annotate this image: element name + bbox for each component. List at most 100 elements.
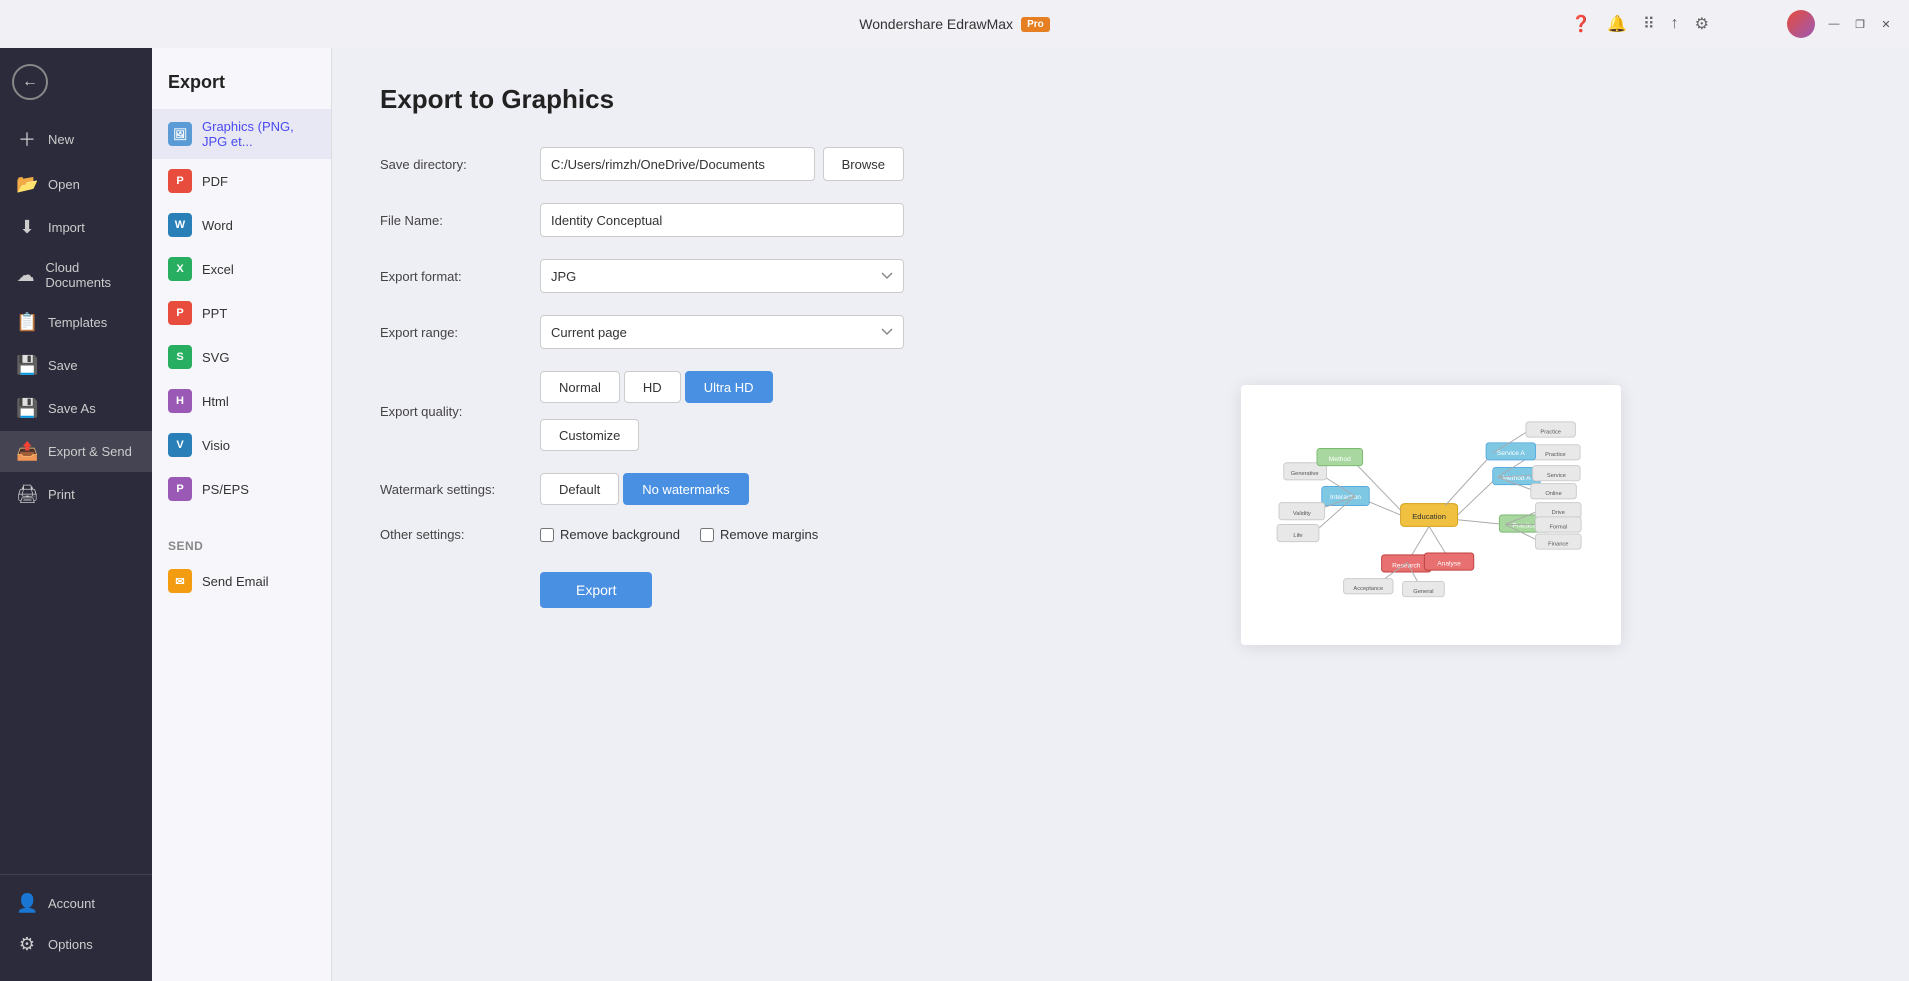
notification-icon[interactable]: 🔔: [1607, 14, 1627, 34]
watermark-default-button[interactable]: Default: [540, 473, 619, 505]
format-label: Excel: [202, 262, 234, 277]
sidebar-item-account[interactable]: 👤 Account: [0, 883, 152, 924]
visio-icon: V: [168, 433, 192, 457]
customize-button[interactable]: Customize: [540, 419, 639, 451]
sidebar-item-export[interactable]: 📤 Export & Send: [0, 431, 152, 472]
templates-icon: 📋: [16, 312, 38, 333]
checkbox-group: Remove background Remove margins: [540, 527, 818, 542]
export-range-select[interactable]: Current page All pages Selected region: [540, 315, 904, 349]
browse-button[interactable]: Browse: [823, 147, 904, 181]
sidebar-item-templates[interactable]: 📋 Templates: [0, 302, 152, 343]
quality-ultra-button[interactable]: Ultra HD: [685, 371, 773, 403]
other-settings-row: Other settings: Remove background Remove…: [380, 527, 904, 542]
sidebar-item-label: Open: [48, 177, 80, 192]
export-format-control: JPG PNG BMP SVG: [540, 259, 904, 293]
pro-badge: Pro: [1021, 17, 1050, 32]
export-button[interactable]: Export: [540, 572, 652, 608]
export-format-row: Export format: JPG PNG BMP SVG: [380, 259, 904, 293]
remove-background-label[interactable]: Remove background: [540, 527, 680, 542]
sidebar-item-new[interactable]: ＋ New: [0, 116, 152, 162]
svg-text:Service A: Service A: [1496, 450, 1525, 457]
preview-box: Education Interaction Generative Validit…: [1241, 385, 1621, 645]
html-icon: H: [168, 389, 192, 413]
graphics-icon: 🖼: [168, 122, 192, 146]
user-avatar[interactable]: [1787, 10, 1815, 38]
sidebar-item-label: Save As: [48, 401, 96, 416]
save-directory-row: Save directory: Browse: [380, 147, 904, 181]
quality-normal-button[interactable]: Normal: [540, 371, 620, 403]
share-icon[interactable]: ↑: [1671, 15, 1679, 33]
svg-text:Service: Service: [1546, 473, 1565, 479]
help-icon[interactable]: ❓: [1571, 14, 1591, 34]
export-form-panel: Export to Graphics Save directory: Brows…: [332, 48, 952, 981]
svg-text:Formal: Formal: [1549, 524, 1567, 530]
format-label: PPT: [202, 306, 227, 321]
window-controls: — ❐ ✕: [1787, 10, 1893, 38]
settings-icon[interactable]: ⚙: [1695, 14, 1709, 34]
format-item-visio[interactable]: V Visio: [152, 423, 331, 467]
export-button-row: Export: [380, 564, 904, 608]
app-title-group: Wondershare EdrawMax Pro: [859, 16, 1049, 32]
save-directory-control: Browse: [540, 147, 904, 181]
save-icon: 💾: [16, 355, 38, 376]
main-layout: ← ＋ New 📂 Open ⬇ Import ☁ Cloud Document…: [0, 48, 1909, 981]
file-name-row: File Name:: [380, 203, 904, 237]
watermark-row: Watermark settings: Default No watermark…: [380, 473, 904, 505]
svg-text:Method: Method: [1328, 455, 1350, 462]
sidebar-item-import[interactable]: ⬇ Import: [0, 207, 152, 248]
remove-background-text: Remove background: [560, 527, 680, 542]
format-label: PDF: [202, 174, 228, 189]
sidebar-item-label: Cloud Documents: [45, 260, 136, 290]
cloud-icon: ☁: [16, 265, 35, 286]
svg-text:Education: Education: [1412, 511, 1446, 520]
export-quality-control: Normal HD Ultra HD Customize: [540, 371, 904, 451]
format-item-ppt[interactable]: P PPT: [152, 291, 331, 335]
pseps-icon: P: [168, 477, 192, 501]
back-button[interactable]: ←: [12, 64, 48, 100]
format-label: PS/EPS: [202, 482, 249, 497]
format-item-pdf[interactable]: P PDF: [152, 159, 331, 203]
ppt-icon: P: [168, 301, 192, 325]
panel-title: Export: [152, 48, 331, 109]
save-directory-label: Save directory:: [380, 157, 540, 172]
sidebar-item-open[interactable]: 📂 Open: [0, 164, 152, 205]
format-item-html[interactable]: H Html: [152, 379, 331, 423]
apps-icon[interactable]: ⠿: [1643, 14, 1655, 34]
sidebar-item-label: Save: [48, 358, 78, 373]
print-icon: 🖨: [16, 484, 38, 505]
export-quality-row: Export quality: Normal HD Ultra HD Custo…: [380, 371, 904, 451]
file-name-input[interactable]: [540, 203, 904, 237]
sidebar-item-cloud[interactable]: ☁ Cloud Documents: [0, 250, 152, 300]
saveas-icon: 💾: [16, 398, 38, 419]
close-button[interactable]: ✕: [1879, 17, 1893, 31]
watermark-none-button[interactable]: No watermarks: [623, 473, 748, 505]
send-email-item[interactable]: ✉ Send Email: [152, 559, 331, 603]
watermark-group: Default No watermarks: [540, 473, 749, 505]
sidebar-item-save[interactable]: 💾 Save: [0, 345, 152, 386]
save-directory-input[interactable]: [540, 147, 815, 181]
remove-background-checkbox[interactable]: [540, 528, 554, 542]
quality-hd-button[interactable]: HD: [624, 371, 681, 403]
remove-margins-label[interactable]: Remove margins: [700, 527, 818, 542]
other-settings-control: Remove background Remove margins: [540, 527, 904, 542]
watermark-label: Watermark settings:: [380, 482, 540, 497]
sidebar-item-label: New: [48, 132, 74, 147]
minimize-button[interactable]: —: [1827, 17, 1841, 31]
format-item-excel[interactable]: X Excel: [152, 247, 331, 291]
remove-margins-checkbox[interactable]: [700, 528, 714, 542]
sidebar-item-options[interactable]: ⚙ Options: [0, 924, 152, 965]
format-item-svg[interactable]: S SVG: [152, 335, 331, 379]
svg-text:Drive: Drive: [1551, 510, 1564, 516]
sidebar-bottom: 👤 Account ⚙ Options: [0, 874, 152, 973]
export-format-select[interactable]: JPG PNG BMP SVG: [540, 259, 904, 293]
sidebar-item-print[interactable]: 🖨 Print: [0, 474, 152, 515]
sidebar-top: ←: [0, 56, 152, 108]
format-item-word[interactable]: W Word: [152, 203, 331, 247]
sidebar-item-saveas[interactable]: 💾 Save As: [0, 388, 152, 429]
quality-group: Normal HD Ultra HD: [540, 371, 773, 403]
format-item-pseps[interactable]: P PS/EPS: [152, 467, 331, 511]
svg-text:Acceptance: Acceptance: [1353, 586, 1383, 592]
sidebar-item-label: Print: [48, 487, 75, 502]
maximize-button[interactable]: ❐: [1853, 17, 1867, 31]
format-item-graphics[interactable]: 🖼 Graphics (PNG, JPG et...: [152, 109, 331, 159]
